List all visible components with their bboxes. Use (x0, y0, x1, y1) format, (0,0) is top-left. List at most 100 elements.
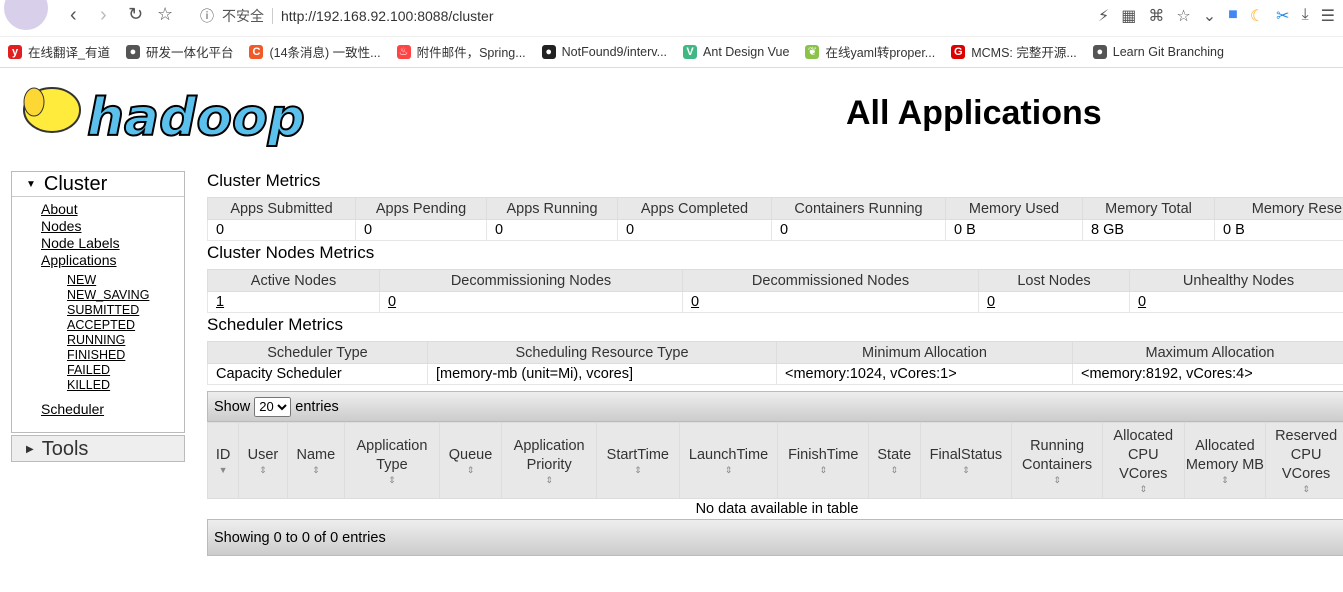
column-header: Decommissioning Nodes (379, 269, 683, 292)
back-icon[interactable]: ‹ (70, 4, 77, 27)
bookmark-item[interactable]: ● Learn Git Branching (1085, 44, 1232, 59)
metric-cell: 8 GB (1082, 219, 1215, 241)
bookmark-item[interactable]: ● 研发一体化平台 (118, 42, 242, 61)
cluster-label: Cluster (43, 173, 108, 195)
column-header: Scheduling Resource Type (427, 341, 777, 364)
bookmark-star-icon[interactable]: ☆ (157, 4, 173, 25)
sortable-column-header[interactable]: Application Type ⇕ (344, 422, 440, 499)
bookmark-label: Learn Git Branching (1112, 44, 1224, 59)
column-header: Apps Completed (617, 197, 772, 220)
sortable-column-header[interactable]: LaunchTime ⇕ (678, 422, 779, 499)
sidebar-link-applications[interactable]: Applications (41, 252, 184, 269)
bookmark-item[interactable]: ❦ 在线yaml转proper... (797, 42, 943, 61)
column-label: StartTime (606, 447, 669, 463)
entries-label: entries (295, 398, 339, 415)
bookmark-item[interactable]: V Ant Design Vue (675, 44, 797, 59)
column-header: Apps Running (486, 197, 618, 220)
column-label: Allocated Memory MB (1185, 437, 1264, 473)
bookmark-label: 附件邮件，Spring... (416, 46, 526, 60)
bookmark-label: NotFound9/interv... (561, 44, 668, 59)
sidebar-state-accepted[interactable]: ACCEPTED (41, 318, 184, 333)
metric-link[interactable]: 0 (388, 294, 396, 310)
sort-both-icon: ⇕ (1302, 484, 1310, 494)
bookmark-item[interactable]: C (14条消息) 一致性... (241, 42, 388, 61)
profile-avatar[interactable] (4, 0, 48, 30)
qr-icon[interactable]: ▦ (1121, 6, 1136, 26)
sortable-column-header[interactable]: Queue ⇕ (438, 422, 503, 499)
sidebar-link-nodes[interactable]: Nodes (41, 218, 184, 235)
sortable-column-header[interactable]: State ⇕ (868, 422, 921, 499)
sidebar-state-failed[interactable]: FAILED (41, 363, 184, 378)
sidebar-state-killed[interactable]: KILLED (41, 378, 184, 393)
entries-info: Showing 0 to 0 of 0 entries (214, 529, 386, 546)
reload-icon[interactable]: ↻ (128, 4, 143, 25)
info-icon: ⓘ (200, 8, 214, 24)
bookmark-item[interactable]: ● NotFound9/interv... (534, 44, 675, 59)
sortable-column-header[interactable]: Allocated Memory MB ⇕ (1183, 422, 1267, 499)
metric-link[interactable]: 0 (691, 294, 699, 310)
forward-icon[interactable]: › (100, 4, 107, 27)
download-icon[interactable]: ⤓ (1302, 6, 1309, 26)
sidebar-link-scheduler[interactable]: Scheduler (41, 401, 184, 418)
sort-desc-icon: ▼ (218, 465, 228, 475)
sortable-column-header[interactable]: Running Containers ⇕ (1011, 422, 1103, 499)
sidebar-state-running[interactable]: RUNNING (41, 333, 184, 348)
sort-both-icon: ⇕ (890, 465, 899, 475)
page-size-select[interactable]: 20 (254, 396, 292, 417)
column-header: Maximum Allocation (1072, 341, 1343, 364)
sidebar-state-new[interactable]: NEW (41, 273, 184, 288)
address-bar[interactable]: ⓘ 不安全 http://192.168.92.100:8088/cluster (200, 6, 494, 26)
cluster-metrics-table: Apps Submitted Apps Pending Apps Running Ap… (207, 197, 1343, 241)
moon-icon[interactable]: ☾ (1250, 6, 1264, 26)
column-header: Apps Submitted (207, 197, 356, 220)
sortable-column-header[interactable]: ID ▼ (206, 422, 240, 499)
column-label: FinalStatus (929, 447, 1003, 463)
menu-icon[interactable]: ☰ (1321, 6, 1335, 26)
apps-icon[interactable]: ■ (1228, 6, 1238, 26)
metric-link[interactable]: 1 (216, 294, 224, 310)
sortable-column-header[interactable]: FinishTime ⇕ (777, 422, 870, 499)
translate-icon[interactable]: ⌘ (1148, 6, 1164, 26)
cluster-toggle[interactable]: ▼ Cluster (12, 172, 184, 197)
bookmark-item[interactable]: ♨ 附件邮件，Spring... (389, 42, 534, 61)
column-label: LaunchTime (688, 447, 769, 463)
scissors-icon[interactable]: ✂ (1276, 6, 1289, 26)
bookmark-item[interactable]: G MCMS: 完整开源... (943, 42, 1085, 61)
sidebar-tools[interactable]: ▶ Tools (11, 435, 185, 462)
metric-cell: 0 (486, 219, 618, 241)
sidebar-link-node-labels[interactable]: Node Labels (41, 235, 184, 252)
metric-link[interactable]: 0 (1138, 294, 1146, 310)
sortable-column-header[interactable]: Allocated CPU VCores ⇕ (1101, 422, 1185, 499)
sort-both-icon: ⇕ (1053, 474, 1061, 485)
star-icon[interactable]: ☆ (1176, 6, 1190, 26)
sort-both-icon: ⇕ (312, 465, 320, 475)
show-label: Show (214, 398, 251, 415)
bookmark-item[interactable]: y 在线翻译_有道 (0, 42, 118, 61)
sortable-column-header[interactable]: Name ⇕ (286, 422, 346, 499)
bookmark-label: Ant Design Vue (703, 44, 790, 59)
sort-both-icon: ⇕ (388, 474, 396, 485)
sortable-column-header[interactable]: User ⇕ (238, 422, 288, 499)
lightning-icon[interactable]: ⚡ (1098, 6, 1109, 26)
column-header: Scheduler Type (207, 341, 428, 364)
metric-cell: 0 B (945, 219, 1083, 241)
chevron-down-icon[interactable]: ⌄ (1203, 6, 1216, 26)
column-header: Apps Pending (355, 197, 487, 220)
node-metrics-title: Cluster Nodes Metrics (207, 243, 375, 262)
sidebar-state-new_saving[interactable]: NEW_SAVING (41, 288, 184, 303)
sortable-column-header[interactable]: Reserved CPU VCores ⇕ (1265, 422, 1343, 499)
url-text[interactable]: http://192.168.92.100:8088/cluster (281, 8, 494, 24)
sortable-column-header[interactable]: FinalStatus ⇕ (919, 422, 1013, 499)
sidebar-state-submitted[interactable]: SUBMITTED (41, 303, 184, 318)
bookmark-favicon-icon: ● (1092, 44, 1107, 59)
metric-link[interactable]: 0 (987, 294, 995, 310)
triangle-down-icon: ▼ (26, 179, 36, 190)
sidebar-state-finished[interactable]: FINISHED (41, 348, 184, 363)
bookmark-label: (14条消息) 一致性... (269, 46, 381, 60)
sort-both-icon: ⇕ (545, 474, 553, 485)
table-info-bar: Showing 0 to 0 of 0 entries (207, 519, 1343, 556)
bookmark-label: 研发一体化平台 (145, 46, 234, 60)
sidebar-link-about[interactable]: About (41, 201, 184, 218)
sortable-column-header[interactable]: Application Priority ⇕ (501, 422, 598, 499)
sortable-column-header[interactable]: StartTime ⇕ (596, 422, 680, 499)
